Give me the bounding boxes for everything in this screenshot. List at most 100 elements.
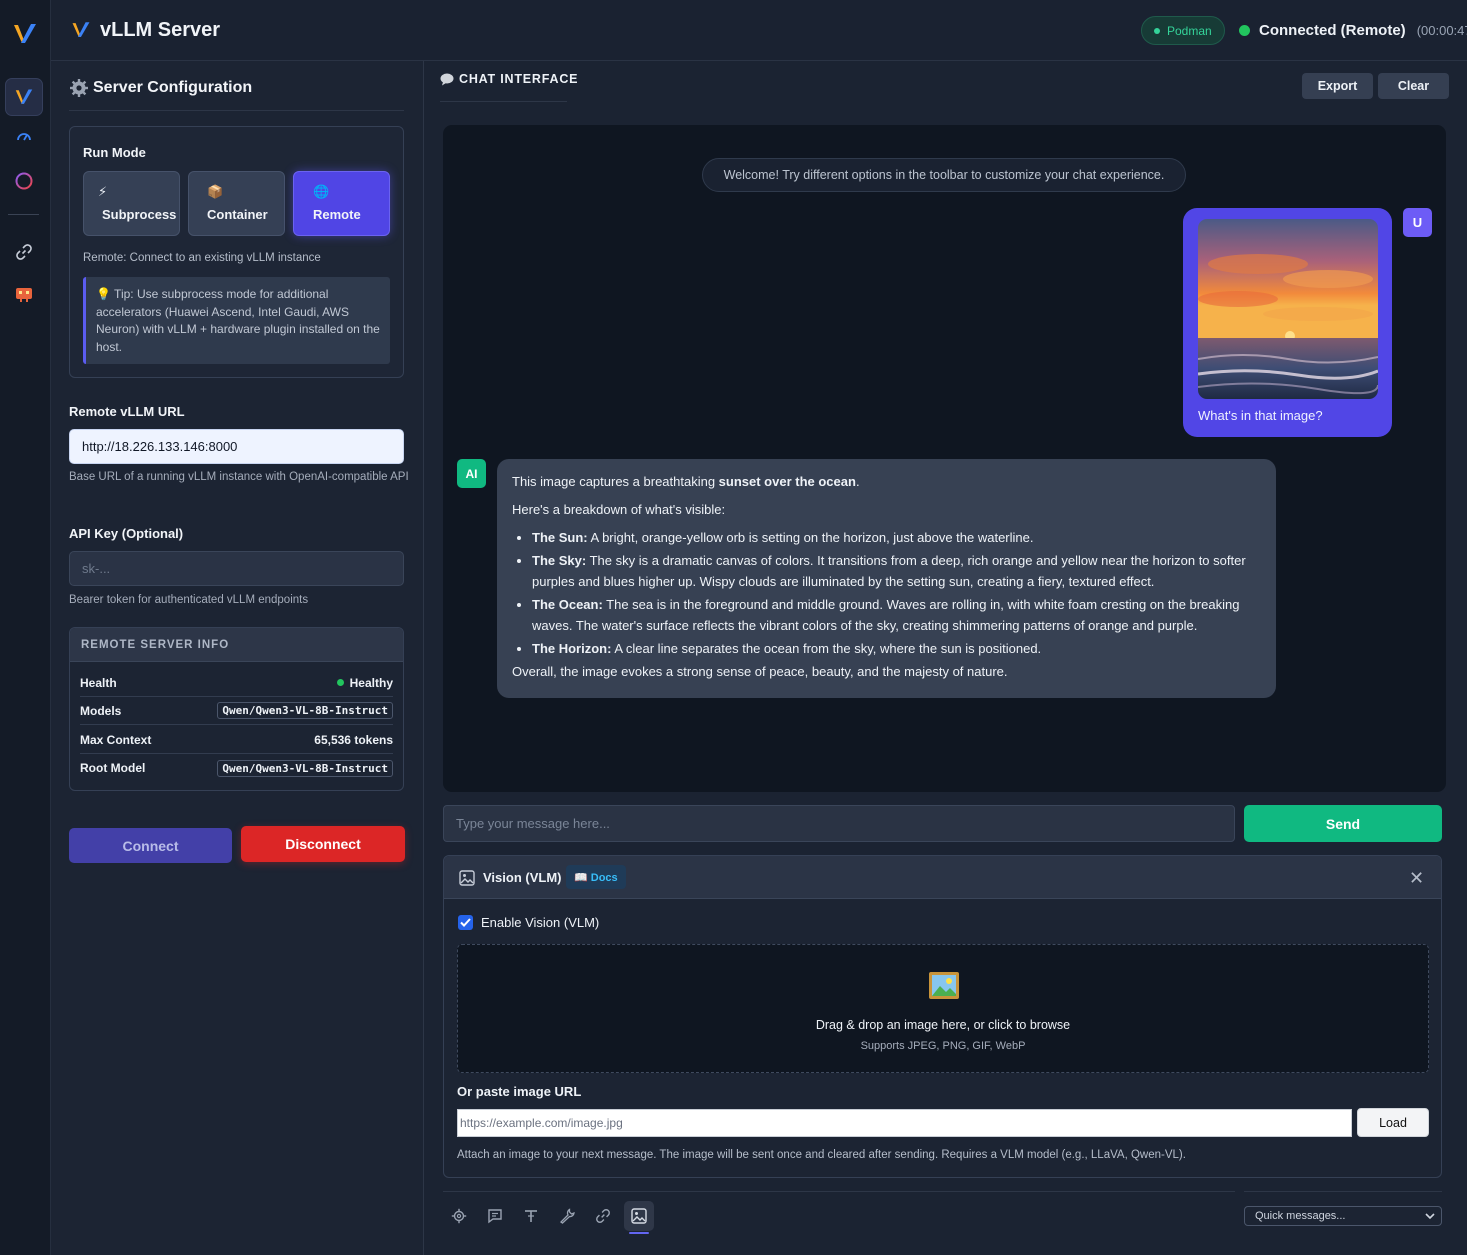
- mode-remote-button[interactable]: 🌐 Remote: [293, 171, 390, 236]
- image-url-input[interactable]: https://example.com/image.jpg: [457, 1109, 1352, 1137]
- vllm-logo-icon[interactable]: [12, 22, 38, 46]
- info-row-root-model: Root Model Qwen/Qwen3-VL-8B-Instruct: [80, 754, 393, 782]
- list-item: The Horizon: A clear line separates the …: [532, 638, 1261, 659]
- ai-avatar: AI: [457, 459, 486, 488]
- connection-timer: (00:00:47: [1416, 23, 1467, 38]
- user-message-text: What's in that image?: [1198, 408, 1323, 423]
- root-model-value: Qwen/Qwen3-VL-8B-Instruct: [217, 759, 393, 777]
- divider: [440, 101, 567, 102]
- api-key-input[interactable]: sk-...: [69, 551, 404, 586]
- user-message-bubble: What's in that image?: [1183, 208, 1392, 437]
- wrench-tool-button[interactable]: [552, 1201, 582, 1231]
- vllm-logo-icon: [72, 22, 90, 37]
- rail-link-button[interactable]: [5, 233, 43, 271]
- api-key-placeholder: sk-...: [82, 561, 111, 576]
- bullet-term: The Sky:: [532, 553, 587, 568]
- server-config-panel: Server Configuration Run Mode ⚡ Subproce…: [51, 61, 424, 1255]
- image-url-label: Or paste image URL: [457, 1084, 582, 1099]
- settings-tool-button[interactable]: [444, 1201, 474, 1231]
- message-input-placeholder: Type your message here...: [456, 816, 610, 831]
- remote-url-input[interactable]: http://18.226.133.146:8000: [69, 429, 404, 464]
- list-item: The Sun: A bright, orange-yellow orb is …: [532, 527, 1261, 548]
- quick-messages-select[interactable]: Quick messages...: [1244, 1206, 1442, 1226]
- connect-button[interactable]: Connect: [69, 828, 232, 863]
- ai-intro-end: .: [855, 474, 860, 489]
- app-title: vLLM Server: [100, 19, 221, 41]
- rail-vllm-button[interactable]: [5, 78, 43, 116]
- api-key-help: Bearer token for authenticated vLLM endp…: [69, 594, 309, 606]
- info-row-health: Health Healthy: [80, 669, 393, 697]
- remote-url-help: Base URL of a running vLLM instance with…: [69, 471, 409, 483]
- settings-icon: [451, 1208, 467, 1224]
- bullet-term: The Horizon:: [532, 641, 612, 656]
- chat-messages[interactable]: Welcome! Try different options in the to…: [443, 125, 1446, 792]
- export-button[interactable]: Export: [1302, 73, 1373, 99]
- panel-title-text: Server Configuration: [93, 79, 253, 96]
- run-mode-label: Run Mode: [83, 145, 146, 160]
- welcome-message: Welcome! Try different options in the to…: [702, 158, 1186, 192]
- rail-robot-button[interactable]: [5, 274, 43, 312]
- text-format-tool-button[interactable]: [516, 1201, 546, 1231]
- status-dot-icon: [1154, 27, 1160, 34]
- link-icon: [16, 244, 32, 260]
- image-drop-zone[interactable]: Drag & drop an image here, or click to b…: [457, 944, 1429, 1073]
- link-icon: [596, 1209, 610, 1223]
- circle-icon: [15, 172, 33, 190]
- remote-server-info: REMOTE SERVER INFO Health Healthy Models…: [69, 627, 404, 791]
- runtime-badge: Podman: [1141, 16, 1225, 45]
- rail-gauge-button[interactable]: [5, 118, 43, 156]
- vllm-icon: [15, 89, 33, 104]
- message-input[interactable]: Type your message here...: [443, 805, 1235, 842]
- sunset-image[interactable]: [1198, 219, 1378, 399]
- vision-title: Vision (VLM): [483, 870, 562, 885]
- send-button[interactable]: Send: [1244, 805, 1442, 842]
- ai-intro: This image captures a breathtaking sunse…: [512, 471, 1261, 492]
- remote-url-label: Remote vLLM URL: [69, 404, 185, 419]
- info-key: Max Context: [80, 732, 152, 747]
- enable-vision-checkbox[interactable]: [458, 915, 473, 930]
- bullet-text: A clear line separates the ocean from th…: [611, 641, 1042, 656]
- ai-bullet-list: The Sun: A bright, orange-yellow orb is …: [532, 527, 1261, 659]
- max-context-value: 65,536 tokens: [314, 732, 393, 747]
- vision-note: Attach an image to your next message. Th…: [457, 1149, 1186, 1161]
- rail-circle-button[interactable]: [5, 162, 43, 200]
- chat-title-text: CHAT INTERFACE: [459, 72, 579, 86]
- load-button[interactable]: Load: [1357, 1108, 1429, 1137]
- rail-separator: [8, 214, 39, 215]
- models-value: Qwen/Qwen3-VL-8B-Instruct: [217, 702, 393, 719]
- link-tool-button[interactable]: [588, 1201, 618, 1231]
- list-item: The Ocean: The sea is in the foreground …: [532, 594, 1261, 636]
- bullet-text: The sea is in the foreground and middle …: [532, 597, 1240, 633]
- ai-lead: Here's a breakdown of what's visible:: [512, 502, 726, 517]
- message-icon: [488, 1209, 502, 1224]
- image-tool-button[interactable]: [624, 1201, 654, 1234]
- vision-panel: Vision (VLM) 📖 Docs ✕ Enable Vision (VLM…: [443, 855, 1442, 1178]
- mode-container-button[interactable]: 📦 Container: [188, 171, 285, 236]
- clear-button[interactable]: Clear: [1378, 73, 1449, 99]
- mode-subprocess-label: Subprocess: [102, 207, 177, 222]
- run-mode-section: Run Mode ⚡ Subprocess 📦 Container 🌐 Remo…: [69, 126, 404, 378]
- bullet-term: The Ocean:: [532, 597, 603, 612]
- connection-status: Connected (Remote) (00:00:47: [1239, 22, 1467, 39]
- vision-header: Vision (VLM) 📖 Docs ✕: [444, 856, 1441, 899]
- icon-rail: [0, 0, 51, 1255]
- toolbar-divider: [443, 1191, 1235, 1192]
- disconnect-button[interactable]: Disconnect: [241, 826, 405, 862]
- drop-zone-text: Drag & drop an image here, or click to b…: [815, 1018, 1071, 1032]
- mode-subprocess-button[interactable]: ⚡ Subprocess: [83, 171, 180, 236]
- gauge-icon: [17, 133, 31, 141]
- app-header: vLLM Server Podman Connected (Remote) (0…: [51, 0, 1467, 61]
- runtime-badge-label: Podman: [1167, 23, 1212, 38]
- wrench-icon: [559, 1208, 575, 1224]
- ai-intro-text: This image captures a breathtaking: [512, 474, 719, 489]
- docs-link[interactable]: 📖 Docs: [566, 865, 626, 889]
- lightning-icon: ⚡: [98, 184, 108, 199]
- enable-vision-label[interactable]: Enable Vision (VLM): [481, 915, 599, 930]
- package-icon: 📦: [207, 184, 224, 199]
- chevron-down-icon: [1425, 1212, 1435, 1219]
- message-tool-button[interactable]: [480, 1201, 510, 1231]
- user-avatar: U: [1403, 208, 1432, 237]
- bullet-term: The Sun:: [532, 530, 588, 545]
- mode-remote-label: Remote: [313, 207, 361, 222]
- close-icon[interactable]: ✕: [1409, 868, 1424, 889]
